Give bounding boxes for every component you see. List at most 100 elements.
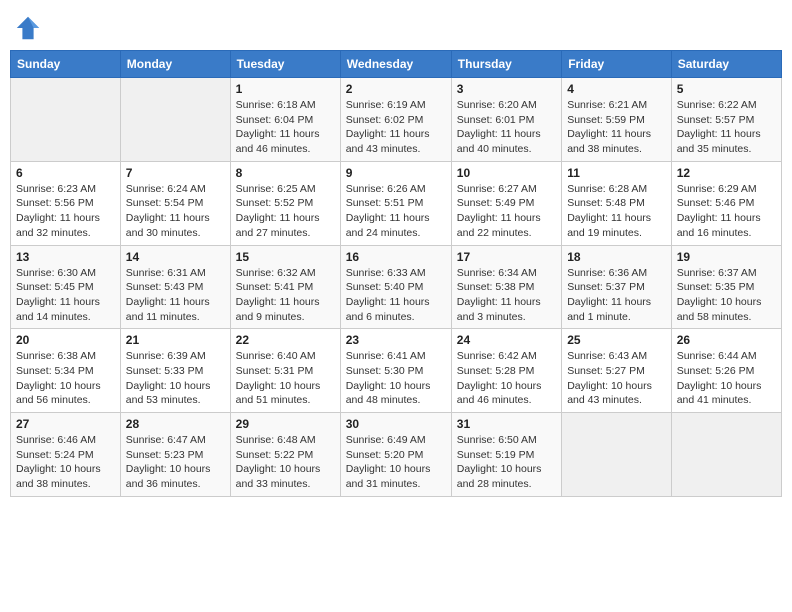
day-info: Sunrise: 6:26 AM Sunset: 5:51 PM Dayligh…	[346, 182, 446, 241]
calendar-cell: 7 Sunrise: 6:24 AM Sunset: 5:54 PM Daylig…	[120, 161, 230, 245]
calendar-cell: 1 Sunrise: 6:18 AM Sunset: 6:04 PM Daylig…	[230, 78, 340, 162]
calendar-cell: 23 Sunrise: 6:41 AM Sunset: 5:30 PM Dayli…	[340, 329, 451, 413]
calendar-cell	[11, 78, 121, 162]
calendar-cell: 22 Sunrise: 6:40 AM Sunset: 5:31 PM Dayli…	[230, 329, 340, 413]
calendar-cell: 11Sunrise: 6:28 AM Sunset: 5:48 PM Dayli…	[562, 161, 672, 245]
day-info: Sunrise: 6:44 AM Sunset: 5:26 PM Dayligh…	[677, 349, 776, 408]
calendar-cell: 16 Sunrise: 6:33 AM Sunset: 5:40 PM Dayli…	[340, 245, 451, 329]
day-number: 12	[677, 166, 776, 180]
calendar-cell: 3 Sunrise: 6:20 AM Sunset: 6:01 PM Daylig…	[451, 78, 561, 162]
calendar-cell: 9Sunrise: 6:26 AM Sunset: 5:51 PM Daylig…	[340, 161, 451, 245]
day-info: Sunrise: 6:18 AM Sunset: 6:04 PM Dayligh…	[236, 98, 335, 157]
calendar-week-row: 1 Sunrise: 6:18 AM Sunset: 6:04 PM Daylig…	[11, 78, 782, 162]
day-info: Sunrise: 6:46 AM Sunset: 5:24 PM Dayligh…	[16, 433, 115, 492]
calendar-header-friday: Friday	[562, 51, 672, 78]
calendar-cell: 8 Sunrise: 6:25 AM Sunset: 5:52 PM Daylig…	[230, 161, 340, 245]
calendar-cell: 5Sunrise: 6:22 AM Sunset: 5:57 PM Daylig…	[671, 78, 781, 162]
day-info: Sunrise: 6:23 AM Sunset: 5:56 PM Dayligh…	[16, 182, 115, 241]
calendar-table: SundayMondayTuesdayWednesdayThursdayFrid…	[10, 50, 782, 497]
calendar-week-row: 13 Sunrise: 6:30 AM Sunset: 5:45 PM Dayli…	[11, 245, 782, 329]
day-info: Sunrise: 6:29 AM Sunset: 5:46 PM Dayligh…	[677, 182, 776, 241]
calendar-header-wednesday: Wednesday	[340, 51, 451, 78]
day-number: 18	[567, 250, 666, 264]
day-number: 7	[126, 166, 225, 180]
day-number: 14	[126, 250, 225, 264]
calendar-cell: 25 Sunrise: 6:43 AM Sunset: 5:27 PM Dayli…	[562, 329, 672, 413]
day-info: Sunrise: 6:31 AM Sunset: 5:43 PM Dayligh…	[126, 266, 225, 325]
day-number: 2	[346, 82, 446, 96]
day-info: Sunrise: 6:38 AM Sunset: 5:34 PM Dayligh…	[16, 349, 115, 408]
calendar-cell: 12 Sunrise: 6:29 AM Sunset: 5:46 PM Dayli…	[671, 161, 781, 245]
day-number: 30	[346, 417, 446, 431]
calendar-body: 1 Sunrise: 6:18 AM Sunset: 6:04 PM Daylig…	[11, 78, 782, 497]
calendar-week-row: 20 Sunrise: 6:38 AM Sunset: 5:34 PM Dayli…	[11, 329, 782, 413]
day-number: 28	[126, 417, 225, 431]
day-info: Sunrise: 6:33 AM Sunset: 5:40 PM Dayligh…	[346, 266, 446, 325]
calendar-header-sunday: Sunday	[11, 51, 121, 78]
calendar-cell: 20 Sunrise: 6:38 AM Sunset: 5:34 PM Dayli…	[11, 329, 121, 413]
calendar-cell: 14 Sunrise: 6:31 AM Sunset: 5:43 PM Dayli…	[120, 245, 230, 329]
calendar-cell: 10Sunrise: 6:27 AM Sunset: 5:49 PM Dayli…	[451, 161, 561, 245]
day-number: 11	[567, 166, 666, 180]
day-number: 15	[236, 250, 335, 264]
calendar-cell	[120, 78, 230, 162]
day-number: 4	[567, 82, 666, 96]
calendar-week-row: 6 Sunrise: 6:23 AM Sunset: 5:56 PM Daylig…	[11, 161, 782, 245]
calendar-cell: 24 Sunrise: 6:42 AM Sunset: 5:28 PM Dayli…	[451, 329, 561, 413]
calendar-cell: 27Sunrise: 6:46 AM Sunset: 5:24 PM Dayli…	[11, 413, 121, 497]
day-number: 1	[236, 82, 335, 96]
calendar-cell: 21Sunrise: 6:39 AM Sunset: 5:33 PM Dayli…	[120, 329, 230, 413]
day-info: Sunrise: 6:20 AM Sunset: 6:01 PM Dayligh…	[457, 98, 556, 157]
calendar-cell: 2 Sunrise: 6:19 AM Sunset: 6:02 PM Daylig…	[340, 78, 451, 162]
day-number: 24	[457, 333, 556, 347]
day-info: Sunrise: 6:42 AM Sunset: 5:28 PM Dayligh…	[457, 349, 556, 408]
day-number: 19	[677, 250, 776, 264]
calendar-cell	[562, 413, 672, 497]
day-info: Sunrise: 6:40 AM Sunset: 5:31 PM Dayligh…	[236, 349, 335, 408]
calendar-cell: 4 Sunrise: 6:21 AM Sunset: 5:59 PM Daylig…	[562, 78, 672, 162]
day-number: 26	[677, 333, 776, 347]
page-header	[10, 10, 782, 42]
day-number: 25	[567, 333, 666, 347]
day-info: Sunrise: 6:25 AM Sunset: 5:52 PM Dayligh…	[236, 182, 335, 241]
calendar-cell: 6 Sunrise: 6:23 AM Sunset: 5:56 PM Daylig…	[11, 161, 121, 245]
day-number: 8	[236, 166, 335, 180]
calendar-header-saturday: Saturday	[671, 51, 781, 78]
day-info: Sunrise: 6:34 AM Sunset: 5:38 PM Dayligh…	[457, 266, 556, 325]
day-number: 29	[236, 417, 335, 431]
day-number: 31	[457, 417, 556, 431]
day-info: Sunrise: 6:48 AM Sunset: 5:22 PM Dayligh…	[236, 433, 335, 492]
day-info: Sunrise: 6:19 AM Sunset: 6:02 PM Dayligh…	[346, 98, 446, 157]
calendar-header-tuesday: Tuesday	[230, 51, 340, 78]
day-info: Sunrise: 6:21 AM Sunset: 5:59 PM Dayligh…	[567, 98, 666, 157]
day-number: 13	[16, 250, 115, 264]
calendar-header-row: SundayMondayTuesdayWednesdayThursdayFrid…	[11, 51, 782, 78]
calendar-cell: 30Sunrise: 6:49 AM Sunset: 5:20 PM Dayli…	[340, 413, 451, 497]
day-number: 22	[236, 333, 335, 347]
day-number: 10	[457, 166, 556, 180]
day-number: 17	[457, 250, 556, 264]
calendar-cell	[671, 413, 781, 497]
day-number: 16	[346, 250, 446, 264]
day-info: Sunrise: 6:24 AM Sunset: 5:54 PM Dayligh…	[126, 182, 225, 241]
day-number: 3	[457, 82, 556, 96]
calendar-cell: 28 Sunrise: 6:47 AM Sunset: 5:23 PM Dayli…	[120, 413, 230, 497]
day-number: 6	[16, 166, 115, 180]
calendar-cell: 13 Sunrise: 6:30 AM Sunset: 5:45 PM Dayli…	[11, 245, 121, 329]
calendar-cell: 17 Sunrise: 6:34 AM Sunset: 5:38 PM Dayli…	[451, 245, 561, 329]
day-info: Sunrise: 6:32 AM Sunset: 5:41 PM Dayligh…	[236, 266, 335, 325]
day-info: Sunrise: 6:37 AM Sunset: 5:35 PM Dayligh…	[677, 266, 776, 325]
logo	[14, 14, 44, 42]
day-info: Sunrise: 6:36 AM Sunset: 5:37 PM Dayligh…	[567, 266, 666, 325]
calendar-header-monday: Monday	[120, 51, 230, 78]
day-info: Sunrise: 6:47 AM Sunset: 5:23 PM Dayligh…	[126, 433, 225, 492]
day-number: 23	[346, 333, 446, 347]
calendar-header-thursday: Thursday	[451, 51, 561, 78]
day-info: Sunrise: 6:30 AM Sunset: 5:45 PM Dayligh…	[16, 266, 115, 325]
day-info: Sunrise: 6:50 AM Sunset: 5:19 PM Dayligh…	[457, 433, 556, 492]
day-number: 20	[16, 333, 115, 347]
day-info: Sunrise: 6:41 AM Sunset: 5:30 PM Dayligh…	[346, 349, 446, 408]
day-info: Sunrise: 6:43 AM Sunset: 5:27 PM Dayligh…	[567, 349, 666, 408]
day-info: Sunrise: 6:39 AM Sunset: 5:33 PM Dayligh…	[126, 349, 225, 408]
calendar-cell: 15 Sunrise: 6:32 AM Sunset: 5:41 PM Dayli…	[230, 245, 340, 329]
